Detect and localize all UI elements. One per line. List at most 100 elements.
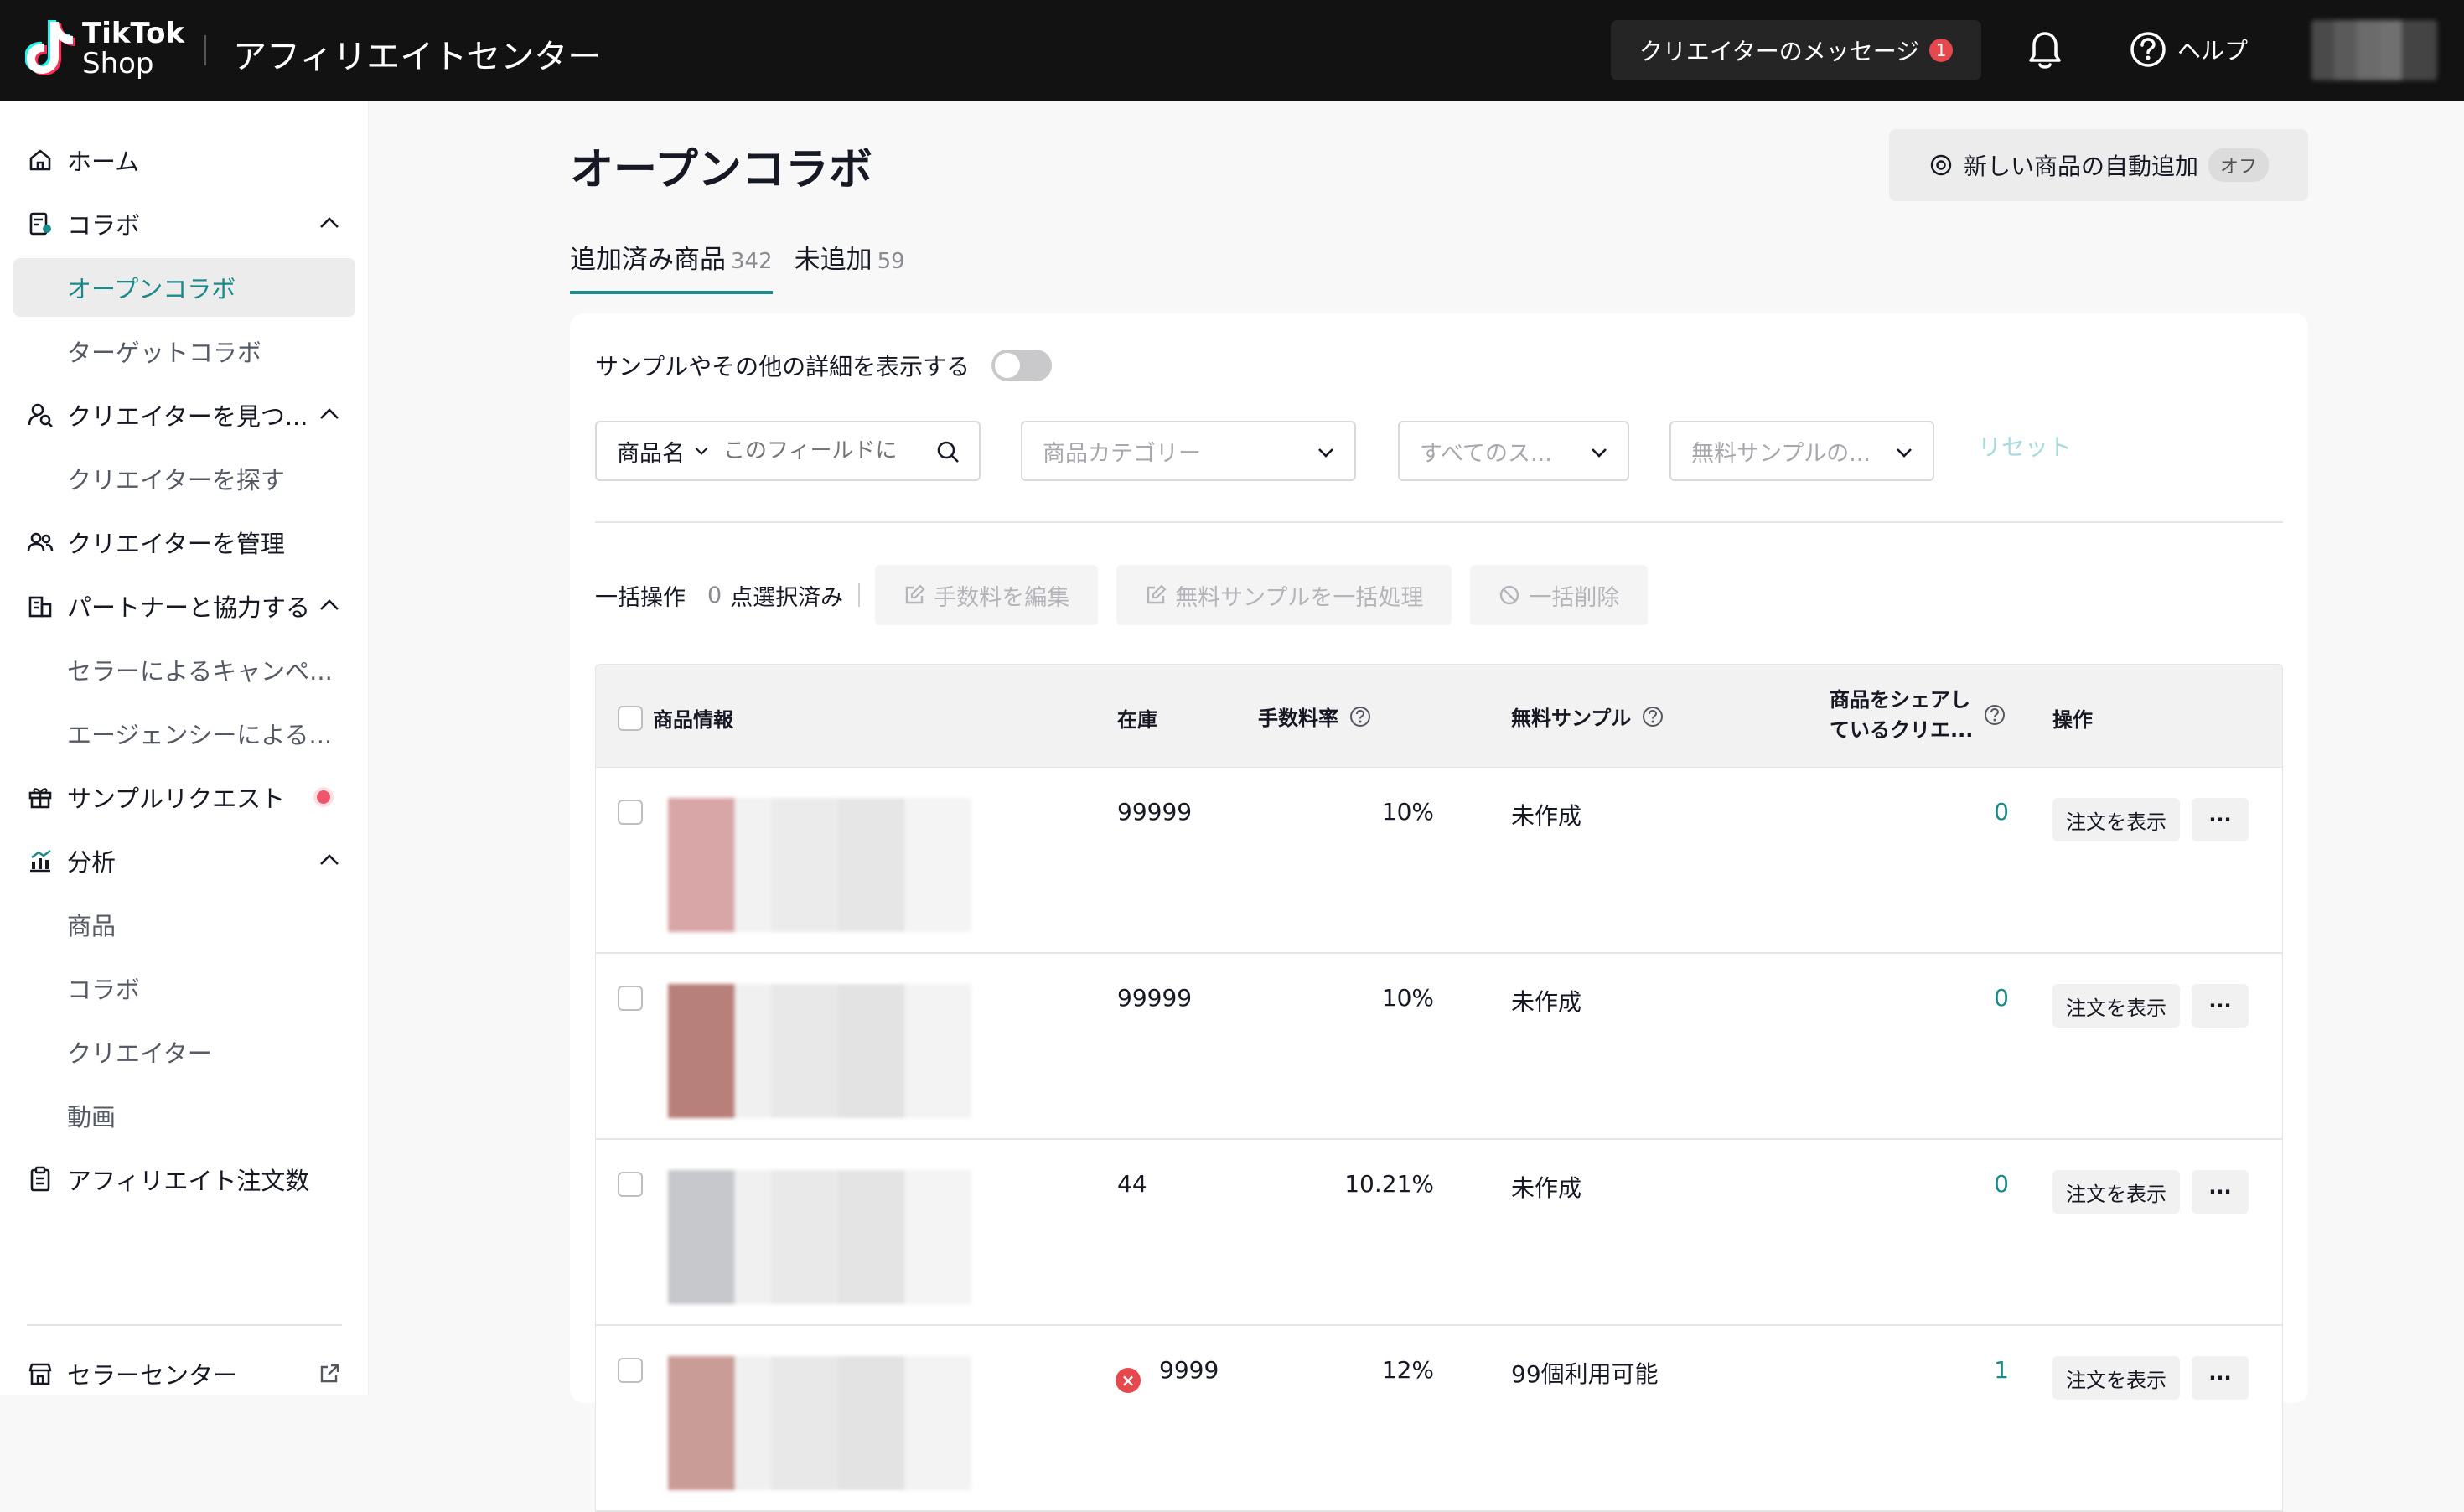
selected-label: 点選択済み [730,584,844,611]
product-tabs: 追加済み商品 342 未追加 59 [570,238,905,294]
edit-icon [1147,584,1167,604]
reset-button[interactable]: リセット [1978,429,2072,463]
more-options-button[interactable]: ··· [2192,1170,2249,1214]
products-card: サンプルやその他の詳細を表示する 商品名 商品カテゴリー すべてのス... 無料… [570,313,2308,1512]
product-thumbnail[interactable] [668,798,971,932]
search-field-select[interactable]: 商品名 [597,435,710,468]
tab-not-added[interactable]: 未追加 59 [795,238,905,294]
app-title: アフィリエイトセンター [233,38,602,76]
free-sample-select[interactable]: 無料サンプルの... [1669,421,1934,481]
row-checkbox[interactable] [618,800,643,825]
table-row: 99999 10% 未作成 0 注文を表示 ··· [595,954,2283,1140]
free-sample-status: 未作成 [1511,802,1582,830]
sidebar-item-analytics[interactable]: 分析 [13,831,355,890]
tab-label: 追加済み商品 [570,245,726,275]
tiktok-logo-icon [25,20,75,75]
row-checkbox[interactable] [618,986,643,1011]
stock-value: 44 [1117,1170,1147,1198]
help-circle-icon[interactable] [1641,705,1664,728]
view-orders-button[interactable]: 注文を表示 [2052,1356,2180,1400]
sidebar-item-manage-creators[interactable]: クリエイターを管理 [13,513,355,572]
bulk-sample-label: 無料サンプルを一括処理 [1175,584,1424,611]
chevron-down-icon [695,447,708,455]
product-thumbnail[interactable] [668,984,971,1118]
logo-line2: Shop [82,47,154,80]
creator-messages-button[interactable]: クリエイターのメッセージ 1 [1611,20,1981,80]
help-circle-icon[interactable] [1983,703,2006,727]
sidebar-item-home[interactable]: ホーム [13,131,355,189]
product-search-input[interactable] [723,438,916,463]
select-all-checkbox[interactable] [618,705,643,731]
more-options-button[interactable]: ··· [2192,984,2249,1028]
sidebar-item-affiliate-orders[interactable]: アフィリエイト注文数 [13,1150,355,1209]
search-icon[interactable] [935,439,960,464]
notification-dot [317,790,330,804]
sharing-creators-count[interactable]: 1 [1830,1356,2009,1384]
sidebar-item-analytics-videos[interactable]: 動画 [13,1086,355,1145]
sidebar-item-find-creators[interactable]: クリエイターを見つ... [13,386,355,444]
edit-icon [905,584,925,604]
bulk-delete-button[interactable]: 一括削除 [1470,565,1649,625]
product-category-select[interactable]: 商品カテゴリー [1021,421,1356,481]
show-details-label: サンプルやその他の詳細を表示する [595,353,971,381]
more-options-button[interactable]: ··· [2192,798,2249,841]
sidebar-item-analytics-creators[interactable]: クリエイター [13,1023,355,1081]
sharing-creators-count[interactable]: 0 [1830,1170,2009,1198]
sidebar-item-label: サンプルリクエスト [67,784,286,813]
header-free-sample: 無料サンプル [1511,707,1632,730]
chevron-up-icon [320,408,339,419]
sidebar-item-partners[interactable]: パートナーと協力する [13,577,355,635]
sidebar-item-agency[interactable]: エージェンシーによる... [13,704,355,763]
show-details-toggle[interactable] [991,350,1053,381]
sidebar-item-target-collab[interactable]: ターゲットコラボ [13,322,355,381]
help-circle-icon[interactable] [1348,705,1372,728]
row-checkbox[interactable] [618,1172,643,1197]
more-options-button[interactable]: ··· [2192,1356,2249,1400]
sharing-creators-count[interactable]: 0 [1830,984,2009,1012]
commission-value: 10% [1381,984,1434,1012]
sidebar-item-search-creators[interactable]: クリエイターを探す [13,449,355,508]
sidebar-item-collab[interactable]: コラボ [13,194,355,253]
gear-icon [1930,154,1952,176]
account-avatar[interactable] [2311,20,2437,80]
logo-line1: TikTok [82,17,185,50]
find-creator-icon [28,403,53,427]
help-button[interactable]: ヘルプ [2129,30,2248,69]
sidebar: ホーム コラボ オープンコラボ ターゲットコラボ クリエイターを見つ... クリ… [0,101,369,1395]
clipboard-icon [30,1166,50,1192]
product-thumbnail[interactable] [668,1356,971,1490]
tiktok-shop-logo[interactable]: TikTok Shop [25,18,184,79]
sidebar-item-analytics-collab[interactable]: コラボ [13,959,355,1017]
view-orders-button[interactable]: 注文を表示 [2052,798,2180,841]
status-select[interactable]: すべてのス... [1398,421,1629,481]
header-sharing-creators: 商品をシェアし ているクリエ... [1830,685,1973,745]
bulk-sample-button[interactable]: 無料サンプルを一括処理 [1116,565,1452,625]
row-checkbox[interactable] [618,1358,643,1383]
tab-added-products[interactable]: 追加済み商品 342 [570,238,773,294]
sidebar-divider [27,1324,342,1326]
selected-count: 0 [707,582,722,608]
top-bar: TikTok Shop アフィリエイトセンター クリエイターのメッセージ 1 ヘ… [0,0,2464,101]
bell-icon[interactable] [2027,30,2063,70]
product-thumbnail[interactable] [668,1170,971,1304]
table-row: × 9999 12% 99個利用可能 1 注文を表示 ··· [595,1326,2283,1512]
chevron-up-icon [320,599,339,610]
sharing-creators-count[interactable]: 0 [1830,798,2009,826]
edit-commission-label: 手数料を編集 [934,584,1070,611]
view-orders-button[interactable]: 注文を表示 [2052,984,2180,1028]
bulk-delete-label: 一括削除 [1529,584,1620,611]
sidebar-item-label: コラボ [67,211,141,240]
sidebar-item-analytics-products[interactable]: 商品 [13,895,355,954]
messages-badge: 1 [1929,39,1954,62]
stock-value: 99999 [1117,984,1193,1012]
edit-commission-button[interactable]: 手数料を編集 [875,565,1099,625]
help-label: ヘルプ [2177,37,2249,65]
sidebar-item-seller-campaigns[interactable]: セラーによるキャンペ... [13,640,355,699]
partner-icon [28,596,52,618]
store-icon [28,1363,52,1385]
sidebar-item-sample-requests[interactable]: サンプルリクエスト [13,768,355,826]
auto-add-new-products-button[interactable]: 新しい商品の自動追加 オフ [1889,129,2308,201]
status-placeholder: すべてのス... [1420,440,1552,467]
view-orders-button[interactable]: 注文を表示 [2052,1170,2180,1214]
sidebar-item-open-collab[interactable]: オープンコラボ [13,258,355,317]
